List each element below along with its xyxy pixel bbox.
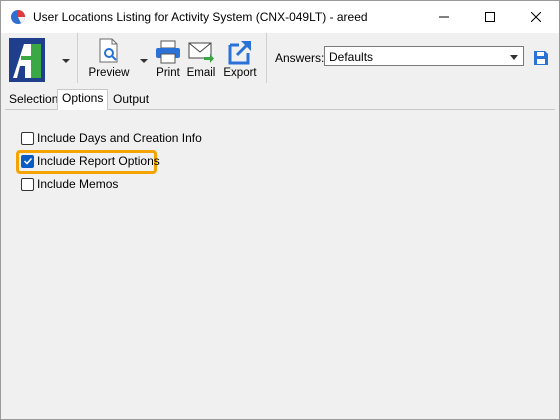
- email-button[interactable]: Email: [186, 36, 216, 84]
- email-icon: [188, 42, 214, 63]
- option-label: Include Days and Creation Info: [37, 131, 202, 145]
- toolbar: Preview Print Email Export Answers: Defa…: [1, 33, 559, 87]
- preview-label: Preview: [88, 67, 130, 79]
- tab-selection[interactable]: Selection: [5, 91, 62, 109]
- close-icon: [531, 12, 541, 22]
- minimize-button[interactable]: [421, 1, 467, 33]
- preview-icon: [99, 38, 118, 63]
- close-button[interactable]: [513, 1, 559, 33]
- preview-button[interactable]: Preview: [85, 36, 133, 84]
- option-include-memos[interactable]: Include Memos: [21, 176, 118, 192]
- checkbox-checked[interactable]: [21, 154, 34, 168]
- email-label: Email: [186, 67, 216, 79]
- print-label: Print: [156, 67, 180, 79]
- minimize-icon: [439, 16, 449, 18]
- option-include-days-creation[interactable]: Include Days and Creation Info: [21, 130, 202, 146]
- chevron-down-icon: [62, 59, 70, 63]
- app-menu-dropdown[interactable]: [59, 36, 73, 84]
- chevron-down-icon: [510, 55, 518, 60]
- tab-output[interactable]: Output: [109, 91, 153, 109]
- checkmark-icon: [23, 157, 32, 165]
- tab-options[interactable]: Options: [57, 89, 109, 110]
- save-icon: [534, 51, 548, 65]
- app-logo-icon: [9, 38, 45, 82]
- export-icon: [228, 41, 251, 65]
- pie-chart-icon: [11, 10, 25, 24]
- save-answers-button[interactable]: [531, 48, 551, 68]
- title-bar: User Locations Listing for Activity Syst…: [1, 1, 559, 33]
- app-logo-button[interactable]: [7, 36, 47, 84]
- preview-dropdown[interactable]: [137, 36, 151, 84]
- report-window: User Locations Listing for Activity Syst…: [0, 0, 560, 420]
- print-button[interactable]: Print: [153, 36, 183, 84]
- export-button[interactable]: Export: [221, 36, 259, 84]
- chevron-down-icon: [140, 59, 148, 63]
- maximize-button[interactable]: [467, 1, 513, 33]
- answers-label: Answers:: [275, 51, 325, 65]
- export-label: Export: [223, 67, 257, 79]
- option-label: Include Report Options: [37, 154, 160, 168]
- answers-value: Defaults: [329, 50, 374, 64]
- checkbox[interactable]: [21, 177, 34, 191]
- printer-icon: [156, 40, 180, 64]
- maximize-icon: [485, 12, 495, 22]
- checkbox[interactable]: [21, 131, 34, 145]
- option-label: Include Memos: [37, 177, 119, 191]
- option-include-report-options[interactable]: Include Report Options: [21, 153, 160, 169]
- window-title: User Locations Listing for Activity Syst…: [33, 10, 368, 24]
- tab-strip: Selection Options Output: [1, 87, 559, 110]
- answers-select[interactable]: Defaults: [324, 46, 524, 66]
